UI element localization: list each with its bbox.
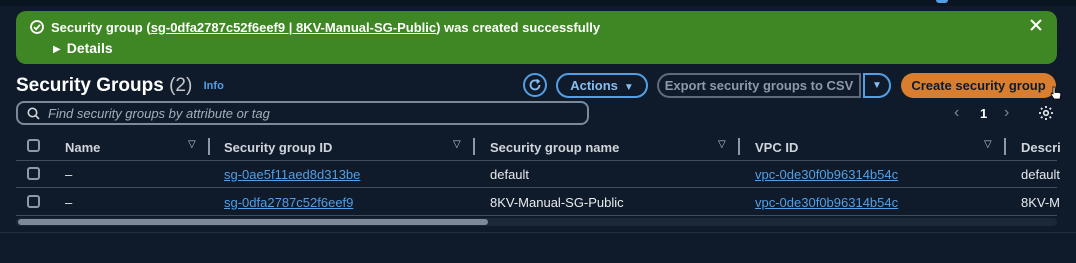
flash-details-toggle[interactable]: ▶ Details — [53, 40, 113, 56]
table-row[interactable]: – sg-0dfa2787c52f6eef9 8KV-Manual-SG-Pub… — [16, 188, 1061, 216]
horizontal-scrollbar[interactable] — [16, 218, 1057, 226]
column-resizer[interactable] — [473, 138, 475, 155]
actions-label: Actions — [570, 78, 618, 93]
caret-right-icon: ▶ — [53, 44, 61, 55]
flash-message-suffix: ) was created successfully — [436, 20, 601, 35]
row-checkbox[interactable] — [27, 195, 40, 208]
close-icon[interactable] — [1029, 18, 1043, 32]
divider — [0, 232, 1076, 233]
item-count: (2) — [169, 75, 193, 96]
current-page-number[interactable]: 1 — [980, 106, 987, 121]
chevron-left-icon[interactable]: ‹ — [954, 104, 959, 122]
page-title: Security Groups (2) Info — [16, 75, 224, 97]
sort-icon[interactable]: ▽ — [453, 139, 461, 150]
flash-message: Security group (sg-0dfa2787c52f6eef9 | 8… — [51, 20, 600, 35]
column-header-security-group-id[interactable]: Security group ID — [224, 140, 332, 155]
table-row[interactable]: – sg-0ae5f11aed8d313be default vpc-0de30… — [16, 160, 1061, 188]
column-header-vpc-id[interactable]: VPC ID — [755, 140, 798, 155]
cell-name: – — [65, 167, 73, 182]
gear-icon[interactable] — [1038, 105, 1054, 121]
notification-indicator — [936, 0, 948, 3]
created-security-group-link[interactable]: sg-0dfa2787c52f6eef9 | 8KV-Manual-SG-Pub… — [151, 20, 436, 35]
flash-message-prefix: Security group ( — [51, 20, 151, 35]
row-checkbox[interactable] — [27, 167, 40, 180]
sort-icon[interactable]: ▽ — [188, 139, 196, 150]
security-groups-table: Name ▽ Security group ID ▽ Security grou… — [16, 133, 1061, 230]
refresh-button[interactable] — [523, 73, 547, 97]
search-bar[interactable] — [16, 101, 589, 125]
search-icon — [27, 107, 40, 120]
cell-description: default — [1021, 167, 1061, 182]
column-resizer[interactable] — [208, 138, 210, 155]
column-header-security-group-name[interactable]: Security group name — [490, 140, 619, 155]
sort-icon[interactable]: ▽ — [984, 139, 992, 150]
page-title-text: Security Groups — [16, 75, 164, 96]
export-label: Export security groups to CSV — [664, 78, 854, 93]
table-header-row: Name ▽ Security group ID ▽ Security grou… — [16, 133, 1061, 161]
cell-security-group-name: default — [490, 167, 530, 182]
search-input[interactable] — [48, 104, 578, 122]
cell-security-group-id-link[interactable]: sg-0dfa2787c52f6eef9 — [224, 195, 353, 210]
success-flash-banner: Security group (sg-0dfa2787c52f6eef9 | 8… — [16, 11, 1057, 64]
sort-icon[interactable]: ▽ — [718, 139, 726, 150]
caret-down-icon: ▼ — [623, 82, 634, 93]
create-label: Create security group — [911, 78, 1046, 93]
column-header-name[interactable]: Name — [65, 140, 100, 155]
cell-security-group-id-link[interactable]: sg-0ae5f11aed8d313be — [224, 167, 360, 182]
column-header-description[interactable]: Descri — [1021, 140, 1061, 155]
cell-description: 8KV-M — [1021, 195, 1061, 210]
export-csv-button[interactable]: Export security groups to CSV — [657, 73, 861, 98]
flash-details-label: Details — [66, 40, 113, 56]
hand-cursor-icon — [1050, 86, 1062, 100]
create-security-group-button[interactable]: Create security group — [901, 73, 1056, 98]
caret-down-icon: ▼ — [872, 80, 882, 91]
column-resizer[interactable] — [1004, 138, 1006, 155]
check-circle-icon — [30, 20, 44, 34]
column-resizer[interactable] — [738, 138, 740, 155]
cell-vpc-id-link[interactable]: vpc-0de30f0b96314b54c — [755, 167, 898, 182]
info-link[interactable]: Info — [204, 80, 224, 92]
actions-dropdown-button[interactable]: Actions ▼ — [556, 73, 648, 98]
refresh-icon — [529, 78, 541, 91]
top-strip — [0, 0, 1076, 6]
select-all-checkbox[interactable] — [27, 139, 40, 152]
cell-security-group-name: 8KV-Manual-SG-Public — [490, 195, 624, 210]
export-dropdown-button[interactable]: ▼ — [863, 73, 891, 98]
cell-vpc-id-link[interactable]: vpc-0de30f0b96314b54c — [755, 195, 898, 210]
scrollbar-thumb[interactable] — [18, 219, 488, 225]
cell-name: – — [65, 195, 73, 210]
chevron-right-icon[interactable]: › — [1004, 104, 1009, 122]
